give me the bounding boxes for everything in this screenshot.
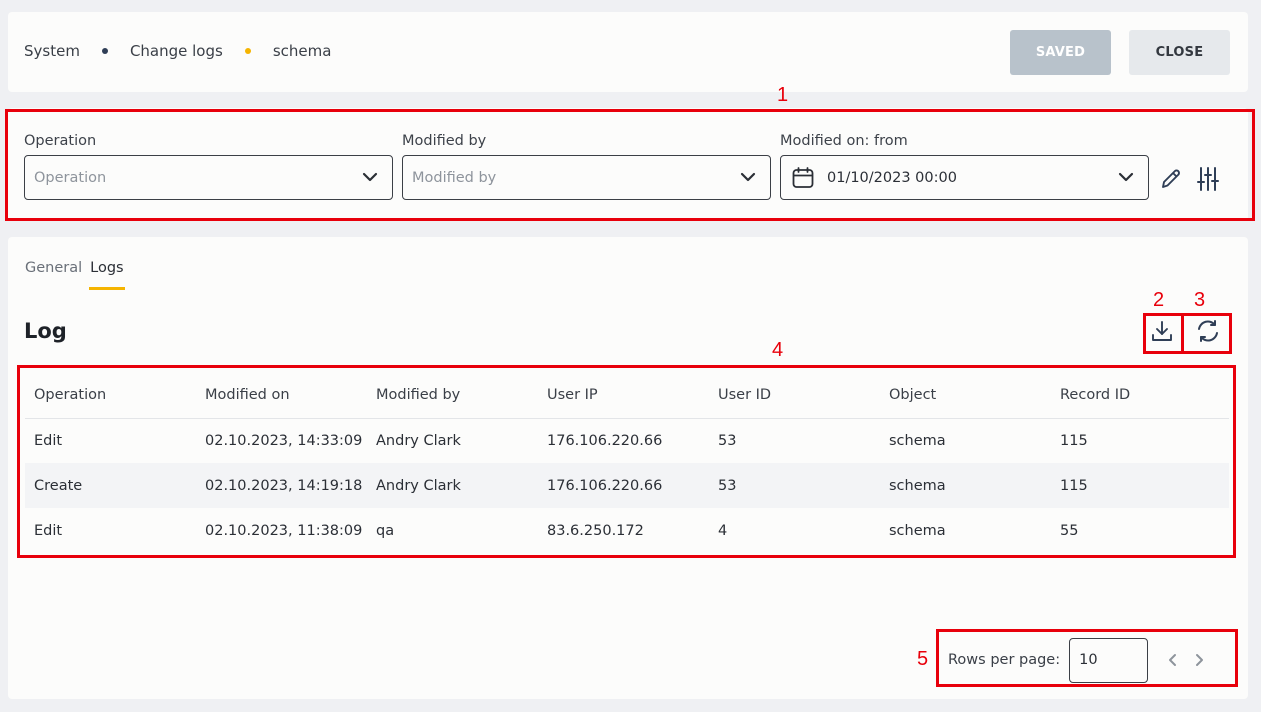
tab-bar: General Logs <box>25 260 132 290</box>
log-title: Log <box>24 319 67 343</box>
breadcrumb-separator-dot <box>244 48 251 54</box>
breadcrumb-item-change-logs[interactable]: Change logs <box>130 42 223 60</box>
annotation-number: 5 <box>917 648 929 670</box>
annotation-box <box>5 109 1255 221</box>
breadcrumb-item-system[interactable]: System <box>24 42 80 60</box>
annotation-number: 1 <box>777 84 789 106</box>
tab-general[interactable]: General <box>25 260 82 284</box>
annotation-number: 3 <box>1194 289 1206 311</box>
annotation-box <box>1143 313 1184 354</box>
breadcrumb-item-schema: schema <box>272 42 332 60</box>
annotation-box <box>936 629 1238 687</box>
annotation-number: 2 <box>1153 289 1165 311</box>
annotation-box <box>1181 313 1232 354</box>
annotation-number: 4 <box>772 339 784 361</box>
breadcrumb: System Change logs schema <box>24 42 331 60</box>
close-button[interactable]: CLOSE <box>1129 30 1230 75</box>
annotation-box <box>17 365 1236 558</box>
breadcrumb-separator-dot <box>101 48 108 54</box>
tab-logs[interactable]: Logs <box>89 260 126 290</box>
header-bar: System Change logs schema SAVED CLOSE <box>8 12 1248 92</box>
saved-button[interactable]: SAVED <box>1010 30 1111 75</box>
